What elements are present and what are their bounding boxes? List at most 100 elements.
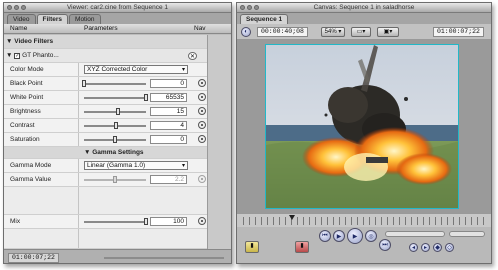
playhead-marker[interactable] bbox=[289, 215, 295, 220]
shuttle-control[interactable] bbox=[385, 231, 445, 237]
viewer-footer: 01:00:07;22 bbox=[4, 249, 231, 263]
param-row-white-point: White Point 65535 bbox=[4, 91, 207, 105]
param-label: Gamma Mode bbox=[10, 162, 52, 169]
slider-thumb[interactable] bbox=[82, 80, 86, 87]
filter-row-label: ▼ ✓ GT Phanto... bbox=[6, 52, 59, 59]
viewer-tab-bar: Video Filters Motion bbox=[4, 13, 231, 24]
canvas-title: Canvas: Sequence 1 in saladhorse bbox=[313, 4, 415, 11]
nav-column-header: Nav bbox=[194, 25, 206, 32]
black-point-value[interactable]: 0 bbox=[150, 79, 187, 88]
disclosure-down-icon[interactable]: ▼ bbox=[6, 38, 14, 45]
slider-thumb[interactable] bbox=[116, 108, 121, 115]
mix-value[interactable]: 100 bbox=[150, 217, 187, 226]
reset-icon[interactable] bbox=[198, 107, 206, 115]
overwrite-edit-button[interactable]: ▮ bbox=[295, 241, 309, 253]
next-edit-button[interactable]: ⏭ bbox=[379, 239, 391, 251]
saturation-value[interactable]: 0 bbox=[150, 135, 187, 144]
insert-edit-button[interactable]: ▮ bbox=[245, 241, 259, 253]
reset-icon[interactable] bbox=[198, 79, 206, 87]
canvas-window: Canvas: Sequence 1 in saladhorse Sequenc… bbox=[236, 2, 492, 264]
enable-checkbox[interactable]: ✓ bbox=[14, 53, 21, 59]
param-row-black-point: Black Point 0 bbox=[4, 77, 207, 91]
sequence-duration[interactable]: 00:00:40;08 bbox=[257, 27, 308, 37]
add-keyframe-button[interactable]: ◇ bbox=[445, 243, 454, 252]
overlay-popup[interactable]: ▣▾ bbox=[377, 27, 399, 37]
param-row-gamma-value: Gamma Value 2.2 bbox=[4, 173, 207, 187]
gamma-settings-label: Gamma Settings bbox=[92, 149, 144, 156]
select-value: Linear (Gamma 1.0) bbox=[87, 162, 146, 169]
filter-list: ▼ Video Filters ▼ ✓ GT Phanto... ✕ Color… bbox=[4, 35, 231, 249]
white-point-value[interactable]: 65535 bbox=[150, 93, 187, 102]
play-in-to-out-button[interactable]: ▶ bbox=[333, 230, 345, 242]
slider-thumb[interactable] bbox=[113, 176, 117, 183]
gamma-mode-select[interactable]: Linear (Gamma 1.0) ▾ bbox=[84, 161, 188, 170]
contrast-slider[interactable] bbox=[84, 122, 146, 129]
black-point-slider[interactable] bbox=[82, 80, 146, 87]
play-around-button[interactable]: ◎ bbox=[365, 230, 377, 242]
tab-motion[interactable]: Motion bbox=[69, 14, 101, 24]
param-label: White Point bbox=[10, 94, 44, 101]
tab-filters[interactable]: Filters bbox=[36, 14, 69, 24]
slider-thumb[interactable] bbox=[144, 94, 148, 101]
video-filters-group-row[interactable]: ▼ Video Filters bbox=[4, 35, 207, 49]
overwrite-icon: ▮ bbox=[300, 243, 304, 249]
param-label: Saturation bbox=[10, 136, 40, 143]
brightness-slider[interactable] bbox=[84, 108, 146, 115]
gamma-settings-section[interactable]: ▼ Gamma Settings bbox=[4, 147, 207, 159]
gamma-value-value[interactable]: 2.2 bbox=[150, 175, 187, 184]
canvas-timecode[interactable]: 01:00:07;22 bbox=[433, 27, 484, 37]
add-marker-button[interactable]: ◆ bbox=[433, 243, 442, 252]
reset-icon[interactable] bbox=[198, 93, 206, 101]
reset-icon[interactable] bbox=[198, 135, 206, 143]
filter-row[interactable]: ▼ ✓ GT Phanto... ✕ bbox=[4, 49, 207, 63]
canvas-titlebar[interactable]: Canvas: Sequence 1 in saladhorse bbox=[237, 3, 491, 13]
viewer-titlebar[interactable]: Viewer: car2.cine from Sequence 1 bbox=[4, 3, 231, 13]
mark-out-button[interactable]: ▸ bbox=[421, 243, 430, 252]
chevron-down-icon: ▾ bbox=[181, 163, 185, 169]
mark-in-icon: ◂ bbox=[411, 245, 415, 251]
keyframe-icon: ◇ bbox=[447, 245, 452, 251]
zoom-popup[interactable]: 54% ▾ bbox=[321, 27, 345, 37]
playhead-sync-button[interactable]: ◐ bbox=[241, 27, 251, 37]
sync-icon: ◐ bbox=[244, 29, 248, 35]
slider-thumb[interactable] bbox=[113, 136, 117, 143]
color-mode-select[interactable]: XYZ Corrected Color ▾ bbox=[84, 65, 188, 74]
marker-icon: ◆ bbox=[435, 245, 440, 251]
saturation-slider[interactable] bbox=[84, 136, 146, 143]
brightness-value[interactable]: 15 bbox=[150, 107, 187, 116]
previous-edit-button[interactable]: ⏮ bbox=[319, 230, 331, 242]
play-in-out-icon: ▶ bbox=[336, 233, 342, 240]
param-label: Gamma Value bbox=[10, 176, 52, 183]
jog-control[interactable] bbox=[449, 231, 485, 237]
name-column-header: Name bbox=[10, 25, 28, 32]
viewer-timecode[interactable]: 01:00:07;22 bbox=[8, 253, 59, 263]
slider-thumb[interactable] bbox=[144, 218, 148, 225]
video-frame[interactable] bbox=[265, 44, 459, 209]
keyframe-nav-column bbox=[207, 35, 231, 249]
param-label: Mix bbox=[10, 218, 21, 225]
mix-slider[interactable] bbox=[84, 218, 148, 225]
param-label: Contrast bbox=[10, 122, 35, 129]
remove-filter-button[interactable]: ✕ bbox=[188, 52, 197, 60]
viewer-zoom-track[interactable] bbox=[104, 257, 224, 259]
mark-in-button[interactable]: ◂ bbox=[409, 243, 418, 252]
slider-thumb[interactable] bbox=[114, 122, 119, 129]
param-row-saturation: Saturation 0 bbox=[4, 133, 207, 147]
insert-icon: ▮ bbox=[250, 243, 254, 249]
scrubber-ruler bbox=[243, 217, 487, 225]
reset-icon[interactable] bbox=[198, 175, 206, 183]
tab-sequence-1[interactable]: Sequence 1 bbox=[240, 14, 289, 24]
play-button[interactable]: ▶ bbox=[347, 228, 363, 244]
tab-video[interactable]: Video bbox=[7, 14, 36, 24]
overlay-icon: ▣ bbox=[383, 29, 390, 35]
gamma-value-slider[interactable] bbox=[84, 176, 146, 183]
canvas-scrubber[interactable] bbox=[237, 213, 491, 227]
param-row-mix: Mix 100 bbox=[4, 215, 207, 229]
disclosure-down-icon[interactable]: ▼ bbox=[84, 149, 92, 156]
white-point-slider[interactable] bbox=[84, 94, 148, 101]
view-popup[interactable]: ▭▾ bbox=[351, 27, 371, 37]
reset-icon[interactable] bbox=[198, 121, 206, 129]
disclosure-down-icon[interactable]: ▼ bbox=[6, 52, 14, 59]
contrast-value[interactable]: 4 bbox=[150, 121, 187, 130]
reset-icon[interactable] bbox=[198, 217, 206, 225]
